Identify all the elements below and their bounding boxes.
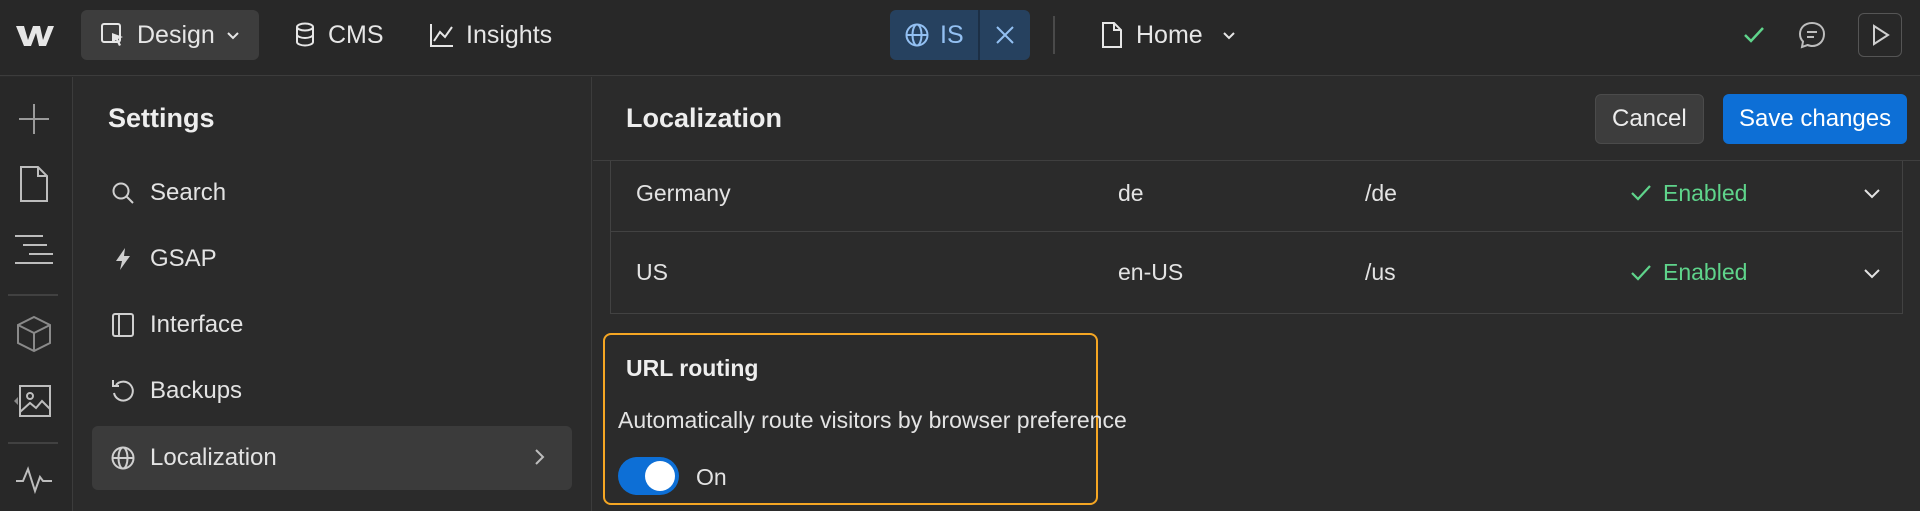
chevron-down-icon bbox=[1222, 32, 1235, 40]
pages-icon[interactable] bbox=[12, 162, 56, 206]
toggle-knob bbox=[645, 461, 675, 491]
line-chart-icon bbox=[430, 24, 453, 47]
cancel-button[interactable]: Cancel bbox=[1595, 94, 1704, 144]
locale-code: IS bbox=[940, 20, 964, 49]
components-icon[interactable] bbox=[12, 312, 56, 356]
page-selector[interactable]: Home bbox=[1100, 10, 1237, 60]
settings-item-label: Search bbox=[150, 179, 227, 206]
search-icon bbox=[112, 182, 134, 204]
globe-icon bbox=[905, 23, 929, 47]
history-icon bbox=[112, 380, 134, 402]
row-expand-button[interactable] bbox=[1862, 161, 1882, 231]
settings-item-interface[interactable]: Interface bbox=[92, 293, 572, 357]
check-icon bbox=[1631, 264, 1651, 281]
database-icon bbox=[296, 22, 314, 47]
chevron-down-icon bbox=[1864, 268, 1880, 278]
settings-item-label: Localization bbox=[150, 444, 277, 471]
table-row[interactable]: Germany de /de Enabled bbox=[611, 161, 1902, 232]
status-badge: Enabled bbox=[1629, 161, 1747, 231]
close-icon bbox=[995, 26, 1014, 44]
settings-item-search[interactable]: Search bbox=[92, 161, 572, 225]
assets-image-icon[interactable] bbox=[12, 379, 56, 423]
chevron-down-icon bbox=[1864, 189, 1880, 199]
toolbar-divider bbox=[1053, 16, 1055, 54]
table-row[interactable]: US en-US /us Enabled bbox=[611, 232, 1902, 313]
status-label: Enabled bbox=[1663, 179, 1748, 206]
chevron-right-icon bbox=[535, 449, 545, 465]
left-toolbar bbox=[0, 77, 73, 511]
check-icon bbox=[1631, 185, 1651, 201]
locale-code: en-US bbox=[1118, 259, 1184, 285]
locales-table: Germany de /de Enabled US en-US /us Enab… bbox=[610, 161, 1903, 314]
settings-item-label: GSAP bbox=[150, 245, 217, 272]
webflow-logo-icon[interactable] bbox=[14, 20, 56, 50]
cursor-select-icon bbox=[101, 23, 123, 46]
insights-label: Insights bbox=[466, 20, 553, 49]
page-title: Localization bbox=[626, 103, 783, 133]
design-mode-label: Design bbox=[137, 20, 215, 49]
insights-button[interactable]: Insights bbox=[410, 10, 570, 60]
status-label: Enabled bbox=[1663, 259, 1748, 285]
settings-panel: Settings Search GSAP Interface Backups L… bbox=[74, 77, 592, 511]
page-icon bbox=[1102, 22, 1122, 48]
settings-item-backups[interactable]: Backups bbox=[92, 359, 572, 423]
url-routing-card: URL routing Automatically route visitors… bbox=[603, 333, 1127, 505]
design-mode-button[interactable]: Design bbox=[81, 10, 259, 60]
panel-header: Localization Cancel Save changes bbox=[593, 77, 1920, 161]
locale-name: US bbox=[636, 259, 668, 285]
panel-icon bbox=[112, 313, 134, 337]
chevron-down-icon bbox=[227, 32, 239, 40]
add-icon[interactable] bbox=[12, 97, 56, 141]
comments-icon[interactable] bbox=[1792, 15, 1832, 55]
url-routing-toggle[interactable] bbox=[618, 457, 679, 495]
settings-item-gsap[interactable]: GSAP bbox=[92, 227, 572, 291]
url-routing-description: Automatically route visitors by browser … bbox=[618, 407, 1127, 433]
rail-divider bbox=[8, 442, 58, 444]
globe-icon bbox=[111, 446, 135, 470]
locale-path: /us bbox=[1365, 259, 1396, 285]
publish-status-check-icon[interactable] bbox=[1734, 15, 1774, 55]
play-icon bbox=[1873, 24, 1890, 46]
top-bar: Design CMS Insights IS Home bbox=[0, 0, 1920, 76]
locale-indicator: IS bbox=[890, 10, 1030, 60]
close-locale-button[interactable] bbox=[977, 10, 1030, 60]
locale-switcher[interactable]: IS bbox=[890, 10, 978, 60]
settings-item-label: Backups bbox=[150, 377, 243, 404]
settings-item-label: Interface bbox=[150, 311, 244, 338]
cms-label: CMS bbox=[328, 20, 384, 49]
toggle-state-label: On bbox=[696, 464, 727, 490]
localization-panel: Localization Cancel Save changes Germany… bbox=[593, 77, 1920, 511]
save-changes-button[interactable]: Save changes bbox=[1723, 94, 1908, 144]
preview-button[interactable] bbox=[1858, 13, 1902, 57]
locale-path: /de bbox=[1365, 179, 1397, 206]
settings-title: Settings bbox=[108, 103, 215, 133]
status-badge: Enabled bbox=[1629, 232, 1747, 313]
settings-item-localization[interactable]: Localization bbox=[92, 426, 572, 490]
locale-name: Germany bbox=[636, 179, 731, 206]
rail-divider bbox=[8, 294, 58, 296]
page-label: Home bbox=[1136, 20, 1203, 49]
cms-button[interactable]: CMS bbox=[274, 10, 402, 60]
url-routing-title: URL routing bbox=[626, 355, 759, 381]
activity-icon[interactable] bbox=[12, 457, 56, 501]
locale-code: de bbox=[1118, 179, 1144, 206]
navigator-icon[interactable] bbox=[12, 227, 56, 271]
row-expand-button[interactable] bbox=[1862, 232, 1882, 313]
bolt-icon bbox=[116, 248, 130, 270]
